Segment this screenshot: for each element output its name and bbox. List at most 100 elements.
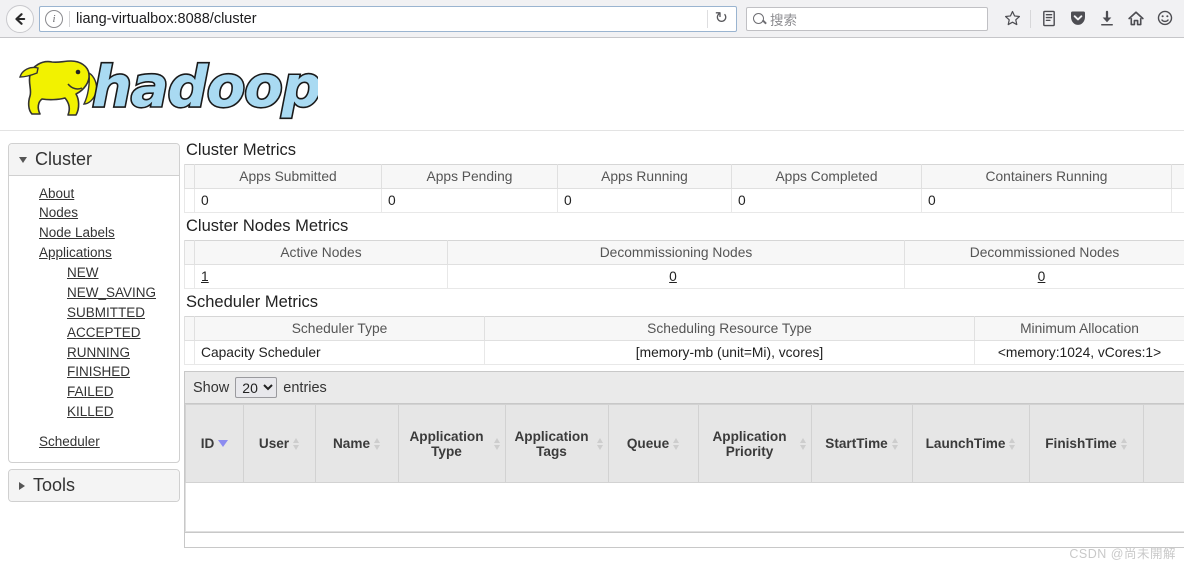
cm-header-containers-running[interactable]: Containers Running [922,165,1172,189]
table-row: Capacity Scheduler [memory-mb (unit=Mi),… [185,341,1184,365]
cm-header-apps-completed[interactable]: Apps Completed [732,165,922,189]
decommissioned-nodes-link[interactable]: 0 [1038,269,1046,284]
entries-toolbar: Show 20 entries [185,372,1184,404]
apps-header-launchtime[interactable]: LaunchTime [913,405,1030,483]
apps-header-name[interactable]: Name [316,405,399,483]
table-row [186,483,1184,532]
cm-header-apps-running[interactable]: Apps Running [558,165,732,189]
apps-header-application-priority[interactable]: Application Priority [699,405,812,483]
apps-header-user[interactable]: User [244,405,316,483]
hadoop-wordmark: hadoop [92,55,318,120]
sidebar-item-about[interactable]: About [9,184,179,204]
apps-header-application-type[interactable]: Application Type [399,405,506,483]
sidebar-panel-tools: Tools [8,469,180,502]
cm-value-apps-pending: 0 [382,189,558,213]
back-button[interactable] [6,5,34,33]
applications-table-container: Show 20 entries ID [184,371,1184,548]
sidebar-item-node-labels[interactable]: Node Labels [9,224,179,244]
sidebar: Cluster About Nodes Node Labels Applicat… [0,131,180,508]
sidebar-tools-header[interactable]: Tools [9,470,179,501]
cnm-header-decommissioned-nodes[interactable]: Decommissioned Nodes [905,241,1184,265]
entries-label: entries [283,380,327,396]
apps-header-queue-label: Queue [627,436,669,451]
reload-divider [707,10,708,28]
cm-value-apps-running: 0 [558,189,732,213]
sidebar-cluster-header[interactable]: Cluster [9,144,179,176]
sm-header-minimum-allocation[interactable]: Minimum Allocation [975,317,1184,341]
sidebar-item-new[interactable]: NEW [9,264,179,284]
apps-header-name-label: Name [333,436,370,451]
bookmark-star-icon[interactable] [999,6,1025,32]
sidebar-item-nodes[interactable]: Nodes [9,204,179,224]
apps-header-queue[interactable]: Queue [609,405,699,483]
apps-header-starttime[interactable]: StartTime [812,405,913,483]
sidebar-item-applications[interactable]: Applications [9,244,179,264]
url-divider [69,11,70,27]
apps-header-truncated [1144,405,1184,483]
search-placeholder: 搜索 [770,9,797,29]
apps-header-application-tags[interactable]: Application Tags [506,405,609,483]
sidebar-item-accepted[interactable]: ACCEPTED [9,323,179,343]
download-icon[interactable] [1094,6,1120,32]
library-icon[interactable] [1036,6,1062,32]
entries-select[interactable]: 20 [235,377,277,398]
toolbar-icons [993,6,1178,32]
cm-header-truncated [1172,165,1184,189]
applications-table: ID User Name Application Type Applicatio [185,404,1184,532]
hadoop-logo-banner: hadoop [0,38,1184,131]
applications-table-footer [185,532,1184,547]
sort-descending-icon [218,440,228,447]
sidebar-item-finished[interactable]: FINISHED [9,363,179,383]
cnm-header-decommissioning-nodes[interactable]: Decommissioning Nodes [448,241,905,265]
toolbar-divider [1030,10,1031,28]
cnm-value-active-nodes: 1 [195,265,448,289]
cm-header-apps-submitted[interactable]: Apps Submitted [195,165,382,189]
sm-value-minimum-allocation: <memory:1024, vCores:1> [975,341,1184,365]
apps-header-id[interactable]: ID [186,405,244,483]
sort-icon [1121,438,1128,450]
cnm-value-decommissioned-nodes: 0 [905,265,1184,289]
sidebar-item-failed[interactable]: FAILED [9,383,179,403]
reload-icon[interactable]: ↻ [715,11,734,27]
decommissioning-nodes-link[interactable]: 0 [669,269,677,284]
sort-icon [374,438,381,450]
cm-spacer-header [185,165,195,189]
home-icon[interactable] [1123,6,1149,32]
main-content: Cluster Metrics Apps Submitted Apps Pend… [180,131,1184,548]
cm-header-apps-pending[interactable]: Apps Pending [382,165,558,189]
apps-header-launchtime-label: LaunchTime [926,436,1006,451]
apps-header-starttime-label: StartTime [825,436,887,451]
url-text[interactable]: liang-virtualbox:8088/cluster [76,11,707,27]
site-info-icon[interactable]: i [45,10,63,28]
sm-header-scheduler-type[interactable]: Scheduler Type [195,317,485,341]
sidebar-item-submitted[interactable]: SUBMITTED [9,303,179,323]
sidebar-item-scheduler[interactable]: Scheduler [9,433,179,453]
sidebar-item-killed[interactable]: KILLED [9,403,179,423]
pocket-icon[interactable] [1065,6,1091,32]
apps-header-finishtime[interactable]: FinishTime [1030,405,1144,483]
chevron-down-icon [19,157,27,163]
page-body: Cluster About Nodes Node Labels Applicat… [0,131,1184,548]
table-row: 1 0 0 [185,265,1184,289]
cm-spacer-cell [185,189,195,213]
elephant-graphic [20,61,97,115]
watermark: CSDN @尚未開解 [1069,543,1176,562]
table-row: 0 0 0 0 0 [185,189,1184,213]
cm-value-containers-running: 0 [922,189,1172,213]
sidebar-item-running[interactable]: RUNNING [9,343,179,363]
sidebar-item-new-saving[interactable]: NEW_SAVING [9,283,179,303]
search-box[interactable]: 搜索 [746,7,988,31]
cnm-header-active-nodes[interactable]: Active Nodes [195,241,448,265]
table-header-row: ID User Name Application Type Applicatio [186,405,1184,483]
sort-icon [892,438,899,450]
active-nodes-link[interactable]: 1 [201,269,209,284]
scheduler-metrics-title: Scheduler Metrics [184,293,1184,312]
sidebar-spacer [9,423,179,433]
sm-header-scheduling-resource-type[interactable]: Scheduling Resource Type [485,317,975,341]
cm-value-apps-completed: 0 [732,189,922,213]
smiley-icon[interactable] [1152,6,1178,32]
sm-value-scheduling-resource-type: [memory-mb (unit=Mi), vcores] [485,341,975,365]
url-bar[interactable]: i liang-virtualbox:8088/cluster ↻ [39,6,737,32]
apps-header-finishtime-label: FinishTime [1045,436,1117,451]
cluster-metrics-title: Cluster Metrics [184,141,1184,160]
